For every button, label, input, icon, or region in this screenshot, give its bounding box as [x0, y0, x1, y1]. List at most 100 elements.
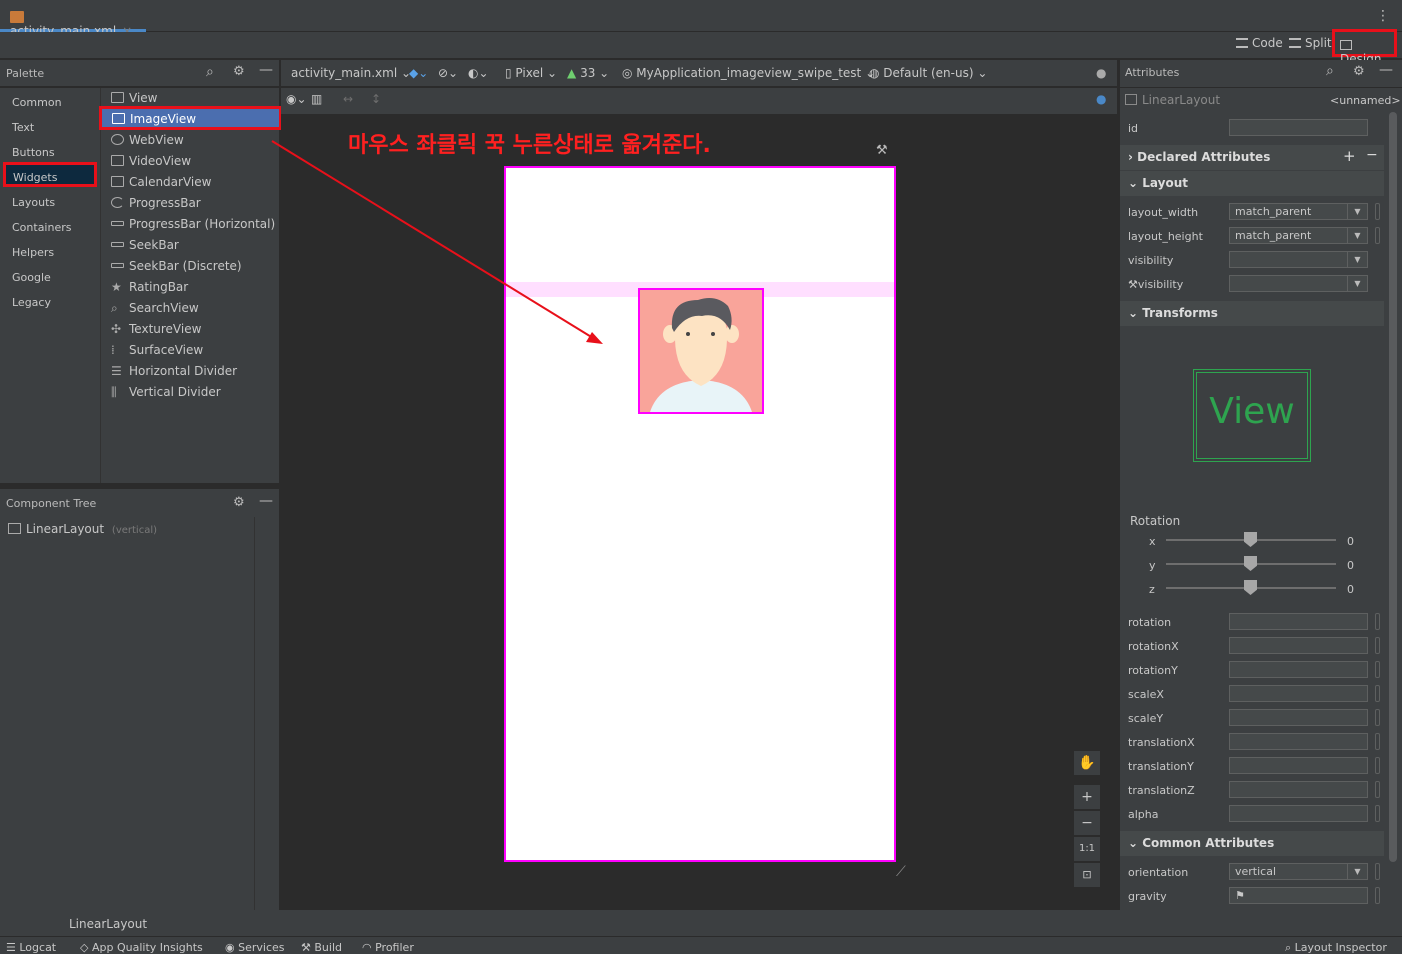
- chevron-down-icon: ⌄: [1128, 306, 1139, 320]
- rotation-x-value: 0: [1347, 535, 1354, 548]
- tools-visibility-dropdown[interactable]: ▼: [1229, 275, 1368, 292]
- wrench-icon: ⚒: [1128, 278, 1138, 291]
- visibility-dropdown[interactable]: ▼: [1229, 251, 1368, 268]
- divider: [1120, 87, 1402, 88]
- pin-icon[interactable]: [1375, 757, 1380, 774]
- attributes-panel: Attributes ⌕ ⚙ — LinearLayout <unnamed> …: [1119, 60, 1402, 910]
- transforms-section[interactable]: ⌄ Transforms: [1120, 301, 1384, 326]
- attributes-scrollbar[interactable]: [1389, 112, 1397, 862]
- layout-icon: [1125, 94, 1137, 105]
- translationz-field-label: translationZ: [1128, 784, 1195, 797]
- alpha-field[interactable]: [1229, 805, 1368, 822]
- visibility-label: visibility: [1128, 254, 1174, 267]
- rotationx-field-label: rotationX: [1128, 640, 1179, 653]
- profiler-icon: ◠: [362, 941, 372, 954]
- pin-icon[interactable]: [1375, 203, 1380, 220]
- services-label: Services: [238, 941, 285, 954]
- pin-icon[interactable]: [1375, 613, 1380, 630]
- zoom-actual-size-button[interactable]: 1:1: [1074, 837, 1100, 861]
- translationz-field[interactable]: [1229, 781, 1368, 798]
- pin-icon[interactable]: [1375, 863, 1380, 880]
- pin-icon[interactable]: [1375, 709, 1380, 726]
- rotationy-field[interactable]: [1229, 661, 1368, 678]
- remove-icon[interactable]: −: [1366, 147, 1378, 163]
- component-name: <unnamed>: [1330, 94, 1401, 107]
- chevron-down-icon: ⌄: [1128, 836, 1139, 850]
- rotation-x-label: x: [1149, 535, 1156, 548]
- flag-icon: ⚑: [1235, 889, 1245, 902]
- breadcrumb[interactable]: LinearLayout: [69, 917, 147, 931]
- pin-icon[interactable]: [1375, 661, 1380, 678]
- layout-inspector-button[interactable]: ⌕ Layout Inspector: [1285, 941, 1387, 954]
- rotation-z-value: 0: [1347, 583, 1354, 596]
- profiler-button[interactable]: ◠ Profiler: [362, 941, 414, 954]
- gravity-field[interactable]: ⚑: [1229, 887, 1368, 904]
- attributes-title: Attributes: [1125, 66, 1180, 79]
- services-button[interactable]: ◉ Services: [225, 941, 285, 954]
- layout-height-dropdown[interactable]: match_parent ▼: [1229, 227, 1368, 244]
- translationy-field-label: translationY: [1128, 760, 1194, 773]
- layout-height-value: match_parent: [1235, 229, 1312, 242]
- zoom-out-button[interactable]: −: [1074, 811, 1100, 835]
- build-button[interactable]: ⚒ Build: [301, 941, 342, 954]
- gear-icon[interactable]: ⚙: [1353, 64, 1365, 79]
- pin-icon[interactable]: [1375, 637, 1380, 654]
- transform-preview: View: [1193, 369, 1311, 462]
- search-icon[interactable]: ⌕: [1326, 63, 1334, 79]
- zoom-in-button[interactable]: +: [1074, 785, 1100, 809]
- diamond-icon: ◇: [80, 941, 89, 954]
- declared-attributes-section[interactable]: › Declared Attributes + −: [1120, 145, 1384, 170]
- translationy-field[interactable]: [1229, 757, 1368, 774]
- profiler-label: Profiler: [375, 941, 414, 954]
- scaley-field[interactable]: [1229, 709, 1368, 726]
- rotation-z-knob[interactable]: [1244, 580, 1257, 595]
- rotation-label: Rotation: [1130, 514, 1181, 528]
- zoom-fit-icon[interactable]: ⊡: [1074, 863, 1100, 887]
- minimize-icon[interactable]: —: [1379, 62, 1393, 78]
- logcat-button[interactable]: ☰ Logcat: [6, 941, 56, 954]
- rotation-y-knob[interactable]: [1244, 556, 1257, 571]
- breadcrumb-bar: LinearLayout: [0, 910, 1402, 936]
- chevron-right-icon: ›: [1128, 150, 1133, 164]
- common-attributes-section[interactable]: ⌄ Common Attributes: [1120, 831, 1384, 856]
- chevron-down-icon: ▼: [1347, 252, 1367, 267]
- rotationx-field[interactable]: [1229, 637, 1368, 654]
- layout-height-label: layout_height: [1128, 230, 1203, 243]
- rotationy-field-label: rotationY: [1128, 664, 1178, 677]
- layout-width-dropdown[interactable]: match_parent ▼: [1229, 203, 1368, 220]
- rotation-y-label: y: [1149, 559, 1156, 572]
- scalex-field[interactable]: [1229, 685, 1368, 702]
- pin-icon[interactable]: [1375, 887, 1380, 904]
- hammer-icon: ⚒: [301, 941, 311, 954]
- translationx-field[interactable]: [1229, 733, 1368, 750]
- translationx-field-label: translationX: [1128, 736, 1195, 749]
- section-label: Layout: [1142, 176, 1188, 190]
- logcat-label: Logcat: [19, 941, 57, 954]
- section-label: Transforms: [1142, 306, 1218, 320]
- pin-icon[interactable]: [1375, 733, 1380, 750]
- rotation-field[interactable]: [1229, 613, 1368, 630]
- layout-inspector-icon: ⌕: [1285, 941, 1292, 954]
- add-icon[interactable]: +: [1343, 147, 1356, 165]
- app-quality-insights-button[interactable]: ◇ App Quality Insights: [80, 941, 203, 954]
- tools-visibility-text: visibility: [1137, 278, 1184, 291]
- id-field[interactable]: [1229, 119, 1368, 136]
- pin-icon[interactable]: [1375, 685, 1380, 702]
- layout-width-value: match_parent: [1235, 205, 1312, 218]
- rotation-z-label: z: [1149, 583, 1155, 596]
- pin-icon[interactable]: [1375, 781, 1380, 798]
- alpha-field-label: alpha: [1128, 808, 1159, 821]
- pin-icon[interactable]: [1375, 227, 1380, 244]
- chevron-down-icon: ▼: [1347, 228, 1367, 243]
- tools-visibility-label: ⚒visibility: [1128, 278, 1183, 291]
- scalex-field-label: scaleX: [1128, 688, 1164, 701]
- selected-component-label: LinearLayout: [1142, 93, 1221, 107]
- pan-hand-icon[interactable]: ✋: [1074, 751, 1100, 775]
- rotation-x-knob[interactable]: [1244, 532, 1257, 547]
- layout-section[interactable]: ⌄ Layout: [1120, 171, 1384, 196]
- orientation-dropdown[interactable]: vertical ▼: [1229, 863, 1368, 880]
- transform-preview-label: View: [1196, 372, 1308, 459]
- section-label: Declared Attributes: [1137, 150, 1271, 164]
- layout-width-label: layout_width: [1128, 206, 1199, 219]
- pin-icon[interactable]: [1375, 805, 1380, 822]
